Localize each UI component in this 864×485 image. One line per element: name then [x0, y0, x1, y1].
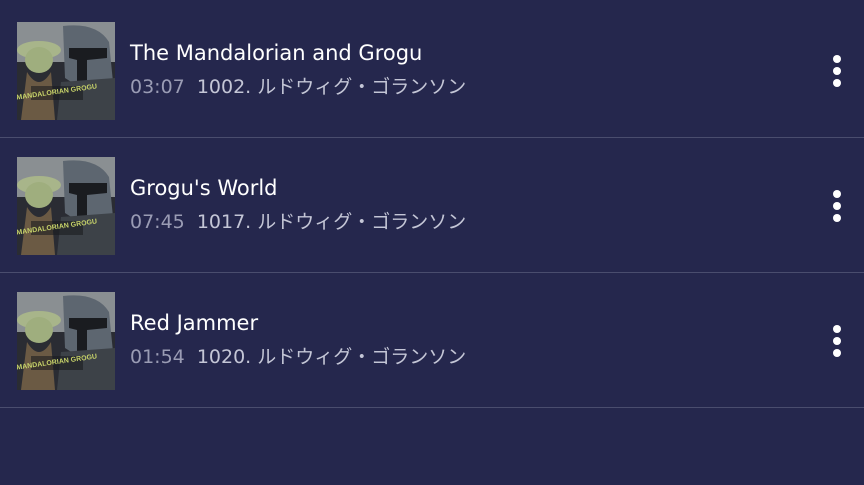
more-options-button[interactable]	[822, 319, 852, 363]
track-row[interactable]: MANDALORIAN GROGU Grogu's World 07:45 10…	[0, 138, 864, 273]
more-options-button[interactable]	[822, 49, 852, 93]
track-duration: 01:54	[130, 346, 185, 368]
track-title: The Mandalorian and Grogu	[130, 41, 423, 65]
more-options-button[interactable]	[822, 184, 852, 228]
track-artist: 1002. ルドウィグ・ゴランソン	[196, 76, 467, 98]
track-row[interactable]: MANDALORIAN GROGU Red Jammer 01:54 1020.…	[0, 273, 864, 408]
album-art: MANDALORIAN GROGU	[17, 292, 115, 390]
track-duration: 03:07	[130, 76, 185, 98]
track-artist: 1020. ルドウィグ・ゴランソン	[196, 346, 467, 368]
track-artist: 1017. ルドウィグ・ゴランソン	[196, 211, 467, 233]
track-duration: 07:45	[130, 211, 185, 233]
track-meta: 03:07 1002. ルドウィグ・ゴランソン	[130, 73, 466, 101]
track-row[interactable]: MANDALORIAN GROGU The Mandalorian and Gr…	[0, 3, 864, 138]
track-title: Grogu's World	[130, 176, 278, 200]
track-list: MANDALORIAN GROGU The Mandalorian and Gr…	[0, 0, 864, 485]
album-art: MANDALORIAN GROGU	[17, 22, 115, 120]
track-meta: 01:54 1020. ルドウィグ・ゴランソン	[130, 343, 466, 371]
album-art: MANDALORIAN GROGU	[17, 157, 115, 255]
track-title: Red Jammer	[130, 311, 259, 335]
track-meta: 07:45 1017. ルドウィグ・ゴランソン	[130, 208, 466, 236]
